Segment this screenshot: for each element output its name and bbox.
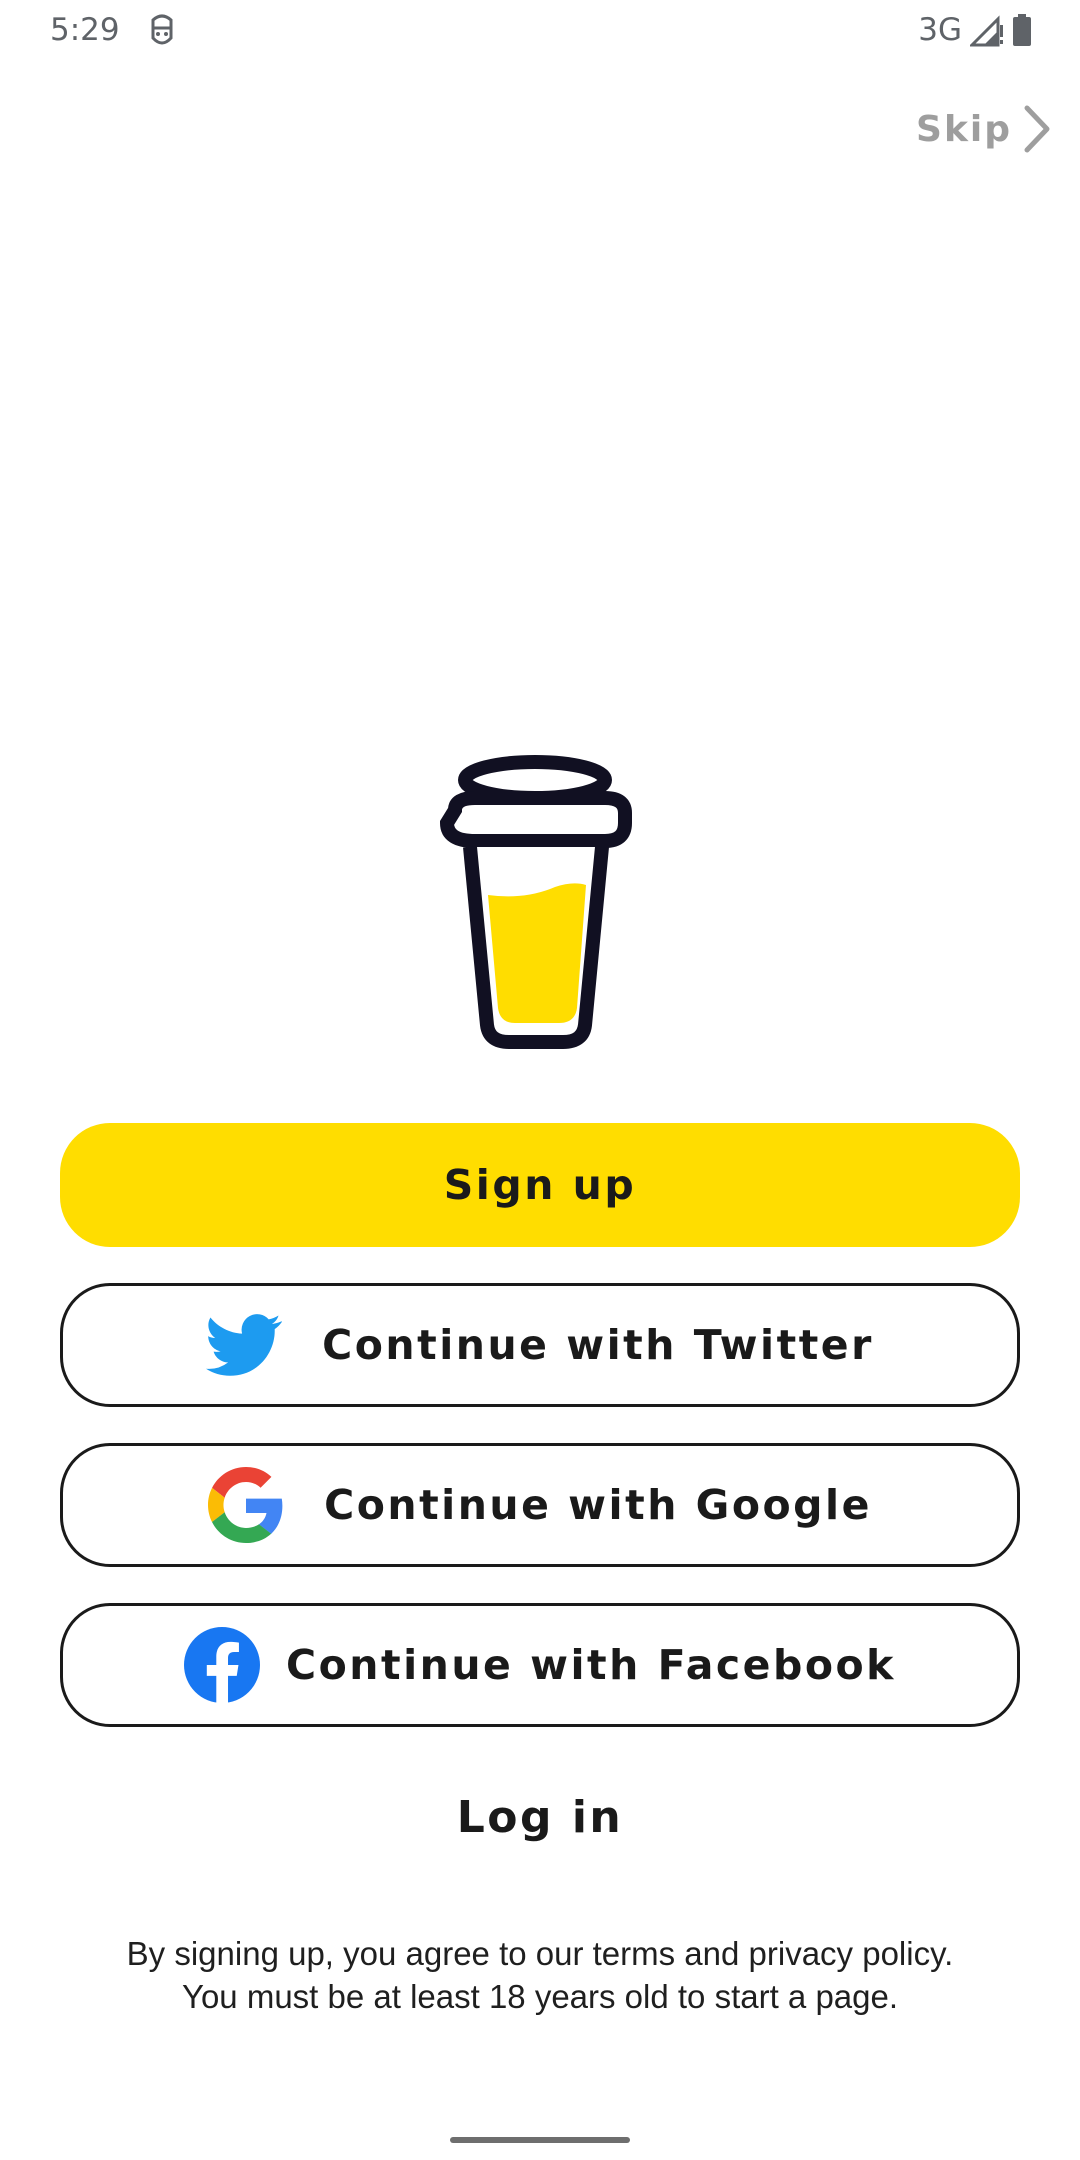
disclaimer-line-2: You must be at least 18 years old to sta… [181, 1978, 899, 2015]
continue-with-google-button[interactable]: Continue with Google [60, 1443, 1020, 1567]
twitter-icon [206, 1314, 283, 1376]
skip-button[interactable]: Skip [916, 104, 1052, 154]
sign-up-button[interactable]: Sign up [60, 1123, 1020, 1247]
sign-up-label: Sign up [443, 1161, 637, 1209]
android-face-icon [151, 14, 173, 45]
battery-icon [1013, 14, 1031, 46]
coffee-cup-icon [439, 755, 632, 1049]
continue-with-facebook-label: Continue with Facebook [286, 1641, 896, 1689]
continue-with-twitter-label: Continue with Twitter [322, 1321, 874, 1369]
log-in-row: Log in [0, 1792, 1080, 1843]
continue-with-facebook-button[interactable]: Continue with Facebook [60, 1603, 1020, 1727]
signal-icon [970, 15, 1003, 47]
google-icon [208, 1467, 283, 1543]
skip-label: Skip [916, 108, 1012, 150]
continue-with-twitter-button[interactable]: Continue with Twitter [60, 1283, 1020, 1407]
gesture-nav-handle[interactable] [450, 2137, 630, 2143]
disclaimer-line-1: By signing up, you agree to our terms an… [126, 1935, 954, 1972]
chevron-right-icon [1024, 105, 1050, 153]
status-bar: 5:29 3G [0, 0, 1080, 60]
continue-with-google-label: Continue with Google [324, 1481, 872, 1529]
network-type: 3G [918, 12, 962, 48]
status-indicators: 3G [918, 10, 1032, 50]
terms-disclaimer: By signing up, you agree to our terms an… [0, 1932, 1080, 2018]
status-time: 5:29 [50, 12, 120, 48]
facebook-icon [184, 1627, 261, 1703]
log-in-link[interactable]: Log in [457, 1792, 624, 1843]
